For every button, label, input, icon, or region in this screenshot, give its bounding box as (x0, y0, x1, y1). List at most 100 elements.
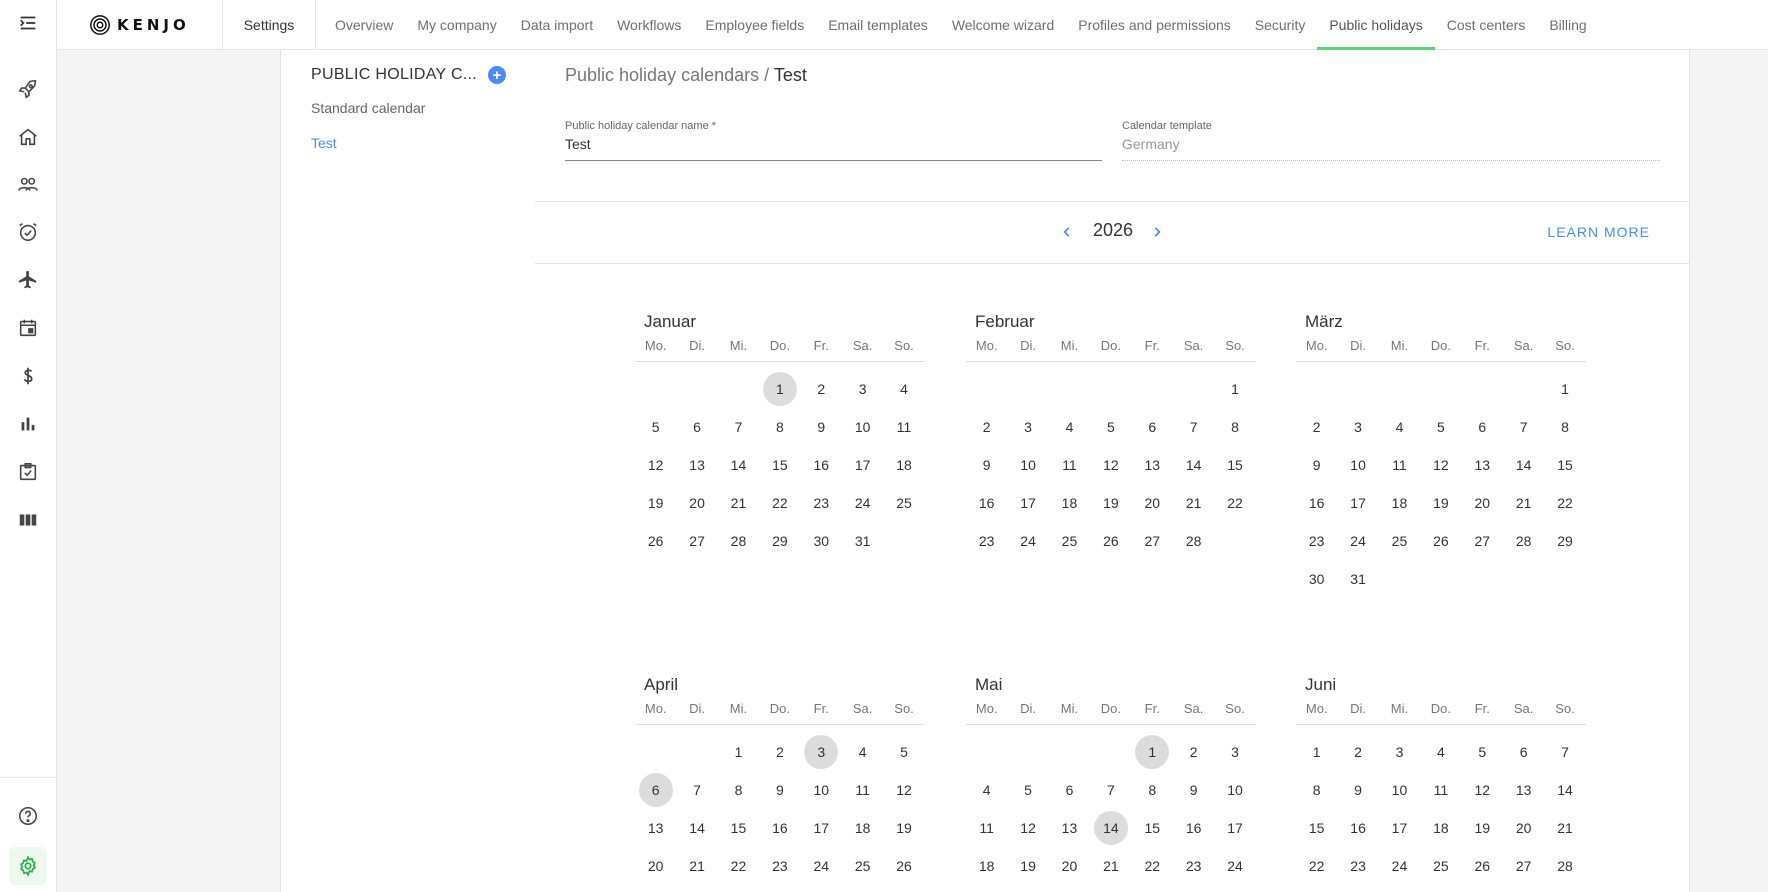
previous-year-chevron-icon[interactable] (1057, 222, 1077, 242)
day-cell[interactable]: 24 (1379, 847, 1420, 885)
day-cell[interactable]: 11 (966, 809, 1007, 847)
day-cell[interactable]: 28 (1544, 847, 1585, 885)
day-cell[interactable]: 3 (1337, 408, 1378, 446)
day-cell[interactable]: 19 (1007, 847, 1048, 885)
day-cell[interactable]: 8 (1544, 408, 1585, 446)
day-cell[interactable]: 6 (1462, 408, 1503, 446)
day-cell[interactable]: 6 (1503, 733, 1544, 771)
menu-collapse-icon[interactable] (12, 7, 44, 39)
day-cell[interactable]: 28 (1173, 522, 1214, 560)
day-cell[interactable]: 22 (1214, 484, 1255, 522)
tab-email-templates[interactable]: Email templates (816, 0, 940, 50)
day-cell[interactable]: 11 (1049, 446, 1090, 484)
day-cell[interactable]: 13 (1503, 771, 1544, 809)
day-cell[interactable]: 2 (1173, 733, 1214, 771)
day-cell[interactable]: 10 (801, 771, 842, 809)
day-cell[interactable]: 21 (1090, 847, 1131, 885)
day-cell[interactable]: 12 (1420, 446, 1461, 484)
rocket-icon[interactable] (12, 73, 44, 105)
day-cell[interactable]: 1 (1544, 370, 1585, 408)
calendar-name-input[interactable]: Test (565, 136, 1102, 156)
day-cell[interactable]: 27 (1503, 847, 1544, 885)
holiday-day-cell[interactable]: 6 (635, 771, 676, 809)
day-cell[interactable]: 12 (883, 771, 924, 809)
day-cell[interactable]: 13 (635, 809, 676, 847)
day-cell[interactable]: 4 (1379, 408, 1420, 446)
day-cell[interactable]: 20 (1462, 484, 1503, 522)
day-cell[interactable]: 8 (718, 771, 759, 809)
day-cell[interactable]: 10 (1214, 771, 1255, 809)
day-cell[interactable]: 27 (676, 522, 717, 560)
day-cell[interactable]: 13 (1049, 809, 1090, 847)
day-cell[interactable]: 17 (801, 809, 842, 847)
day-cell[interactable]: 29 (1544, 522, 1585, 560)
day-cell[interactable]: 24 (1007, 522, 1048, 560)
day-cell[interactable]: 23 (801, 484, 842, 522)
day-cell[interactable]: 30 (801, 522, 842, 560)
day-cell[interactable]: 2 (801, 370, 842, 408)
holiday-day-cell[interactable]: 14 (1090, 809, 1131, 847)
day-cell[interactable]: 2 (1337, 733, 1378, 771)
day-cell[interactable]: 20 (635, 847, 676, 885)
day-cell[interactable]: 15 (1214, 446, 1255, 484)
day-cell[interactable]: 27 (1462, 522, 1503, 560)
day-cell[interactable]: 10 (842, 408, 883, 446)
day-cell[interactable]: 5 (1462, 733, 1503, 771)
day-cell[interactable]: 24 (842, 484, 883, 522)
day-cell[interactable]: 21 (676, 847, 717, 885)
day-cell[interactable]: 24 (1337, 522, 1378, 560)
day-cell[interactable]: 17 (1214, 809, 1255, 847)
day-cell[interactable]: 16 (1296, 484, 1337, 522)
bar-chart-icon[interactable] (12, 408, 44, 440)
day-cell[interactable]: 23 (1173, 847, 1214, 885)
day-cell[interactable]: 7 (1090, 771, 1131, 809)
day-cell[interactable]: 11 (1379, 446, 1420, 484)
columns-icon[interactable] (12, 504, 44, 536)
day-cell[interactable]: 15 (1132, 809, 1173, 847)
day-cell[interactable]: 9 (759, 771, 800, 809)
day-cell[interactable]: 20 (1132, 484, 1173, 522)
tab-workflows[interactable]: Workflows (605, 0, 693, 50)
day-cell[interactable]: 10 (1337, 446, 1378, 484)
day-cell[interactable]: 18 (1049, 484, 1090, 522)
day-cell[interactable]: 7 (718, 408, 759, 446)
day-cell[interactable]: 5 (1007, 771, 1048, 809)
day-cell[interactable]: 20 (676, 484, 717, 522)
day-cell[interactable]: 19 (1462, 809, 1503, 847)
day-cell[interactable]: 2 (966, 408, 1007, 446)
tab-welcome-wizard[interactable]: Welcome wizard (940, 0, 1066, 50)
day-cell[interactable]: 18 (883, 446, 924, 484)
day-cell[interactable]: 8 (1214, 408, 1255, 446)
day-cell[interactable]: 9 (1173, 771, 1214, 809)
day-cell[interactable]: 22 (1132, 847, 1173, 885)
day-cell[interactable]: 25 (842, 847, 883, 885)
learn-more-link[interactable]: LEARN MORE (1547, 224, 1650, 240)
tab-data-import[interactable]: Data import (509, 0, 605, 50)
day-cell[interactable]: 6 (1049, 771, 1090, 809)
day-cell[interactable]: 11 (842, 771, 883, 809)
day-cell[interactable]: 25 (1049, 522, 1090, 560)
day-cell[interactable]: 2 (1296, 408, 1337, 446)
day-cell[interactable]: 12 (1462, 771, 1503, 809)
day-cell[interactable]: 23 (966, 522, 1007, 560)
day-cell[interactable]: 8 (1132, 771, 1173, 809)
day-cell[interactable]: 17 (842, 446, 883, 484)
day-cell[interactable]: 10 (1007, 446, 1048, 484)
day-cell[interactable]: 12 (1090, 446, 1131, 484)
day-cell[interactable]: 19 (883, 809, 924, 847)
day-cell[interactable]: 13 (676, 446, 717, 484)
plane-icon[interactable] (12, 264, 44, 296)
breadcrumb-parent[interactable]: Public holiday calendars (565, 65, 759, 85)
day-cell[interactable]: 16 (1337, 809, 1378, 847)
day-cell[interactable]: 8 (759, 408, 800, 446)
day-cell[interactable]: 13 (1132, 446, 1173, 484)
day-cell[interactable]: 17 (1007, 484, 1048, 522)
day-cell[interactable]: 4 (1049, 408, 1090, 446)
kenjo-logo[interactable]: KENJO (89, 13, 190, 37)
checklist-icon[interactable] (12, 456, 44, 488)
day-cell[interactable]: 20 (1503, 809, 1544, 847)
day-cell[interactable]: 16 (966, 484, 1007, 522)
day-cell[interactable]: 17 (1379, 809, 1420, 847)
day-cell[interactable]: 12 (1007, 809, 1048, 847)
day-cell[interactable]: 22 (1544, 484, 1585, 522)
